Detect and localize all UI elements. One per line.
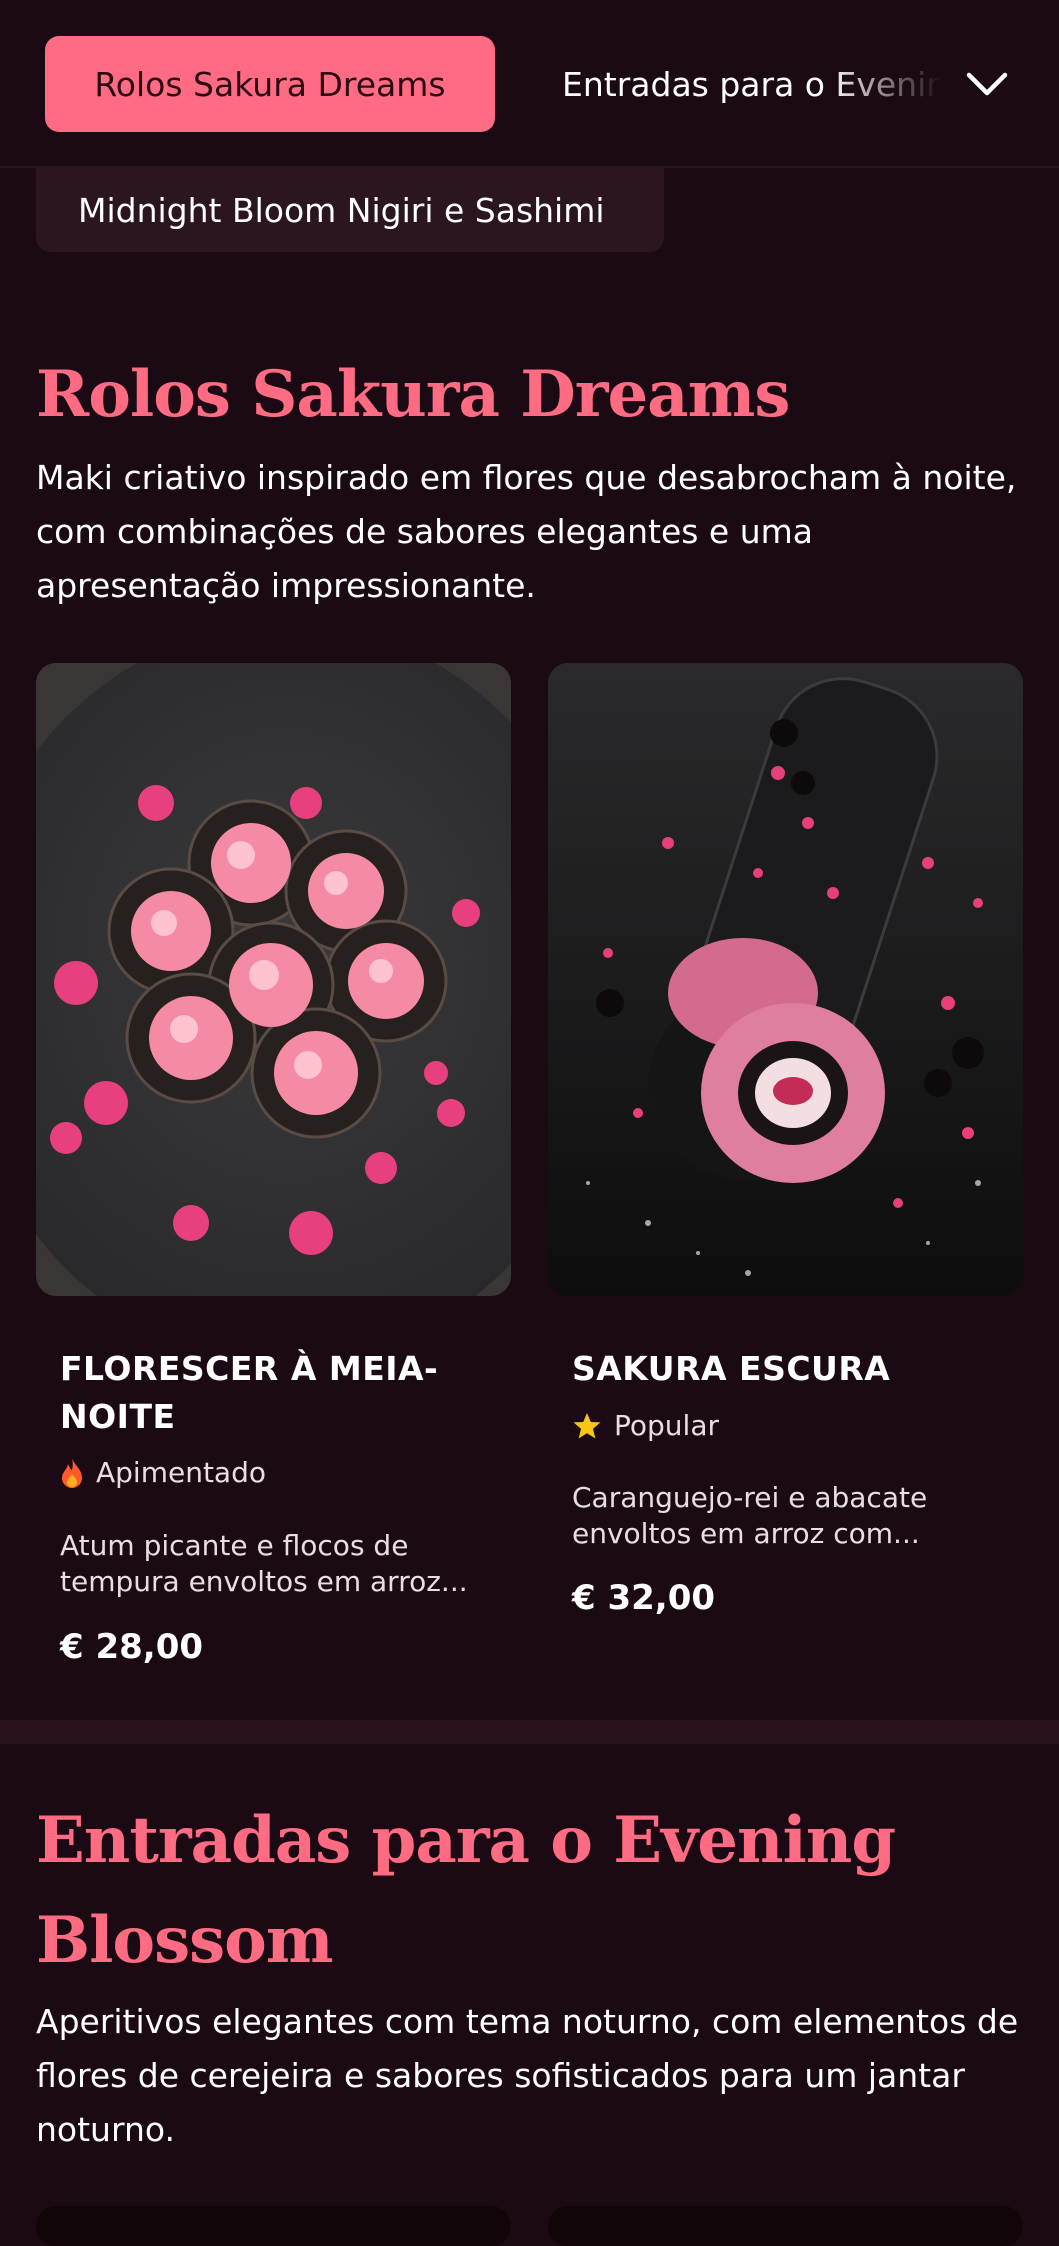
section-description: Maki criativo inspirado em flores que de…	[36, 458, 1017, 605]
section-description: Aperitivos elegantes com tema noturno, c…	[36, 2002, 1019, 2149]
category-nav: Rolos Sakura Dreams Entradas para o Even…	[0, 0, 1059, 168]
flame-icon	[62, 1457, 82, 1488]
tab-midnight-bloom-nigiri[interactable]: Midnight Bloom Nigiri e Sashimi	[36, 168, 664, 252]
menu-item-image[interactable]	[36, 663, 511, 1296]
section-divider	[0, 1720, 1059, 1744]
menu-item-tag-label: Apimentado	[96, 1456, 266, 1489]
menu-item-card[interactable]	[36, 2206, 511, 2246]
menu-item-tag: Popular	[572, 1409, 719, 1442]
section-title: Rolos Sakura Dreams	[36, 357, 790, 432]
menu-item-tag-label: Popular	[614, 1409, 719, 1442]
menu-item-description: Caranguejo-rei e abacate envoltos em arr…	[572, 1481, 928, 1550]
menu-item-card[interactable]	[548, 2206, 1023, 2246]
star-icon	[573, 1412, 601, 1438]
menu-item-tag: Apimentado	[60, 1456, 266, 1489]
tab-rolos-sakura-dreams[interactable]: Rolos Sakura Dreams	[45, 36, 495, 132]
menu-item-image[interactable]	[548, 663, 1023, 1296]
section-title: Entradas para o Evening Blossom	[36, 1803, 896, 1978]
menu-item-price: € 32,00	[572, 1578, 716, 1618]
menu-item-price: € 28,00	[60, 1627, 204, 1667]
tab-entradas-evening-blossom[interactable]: Entradas para o Evening Blossom	[562, 36, 942, 132]
chevron-down-icon	[966, 72, 1008, 96]
menu-item-description: Atum picante e flocos de tempura envolto…	[60, 1529, 468, 1598]
menu-item-name: SAKURA ESCURA	[572, 1349, 891, 1388]
expand-categories-button[interactable]	[955, 54, 1019, 114]
menu-item-name: FLORESCER À MEIA-NOITE	[60, 1349, 439, 1436]
